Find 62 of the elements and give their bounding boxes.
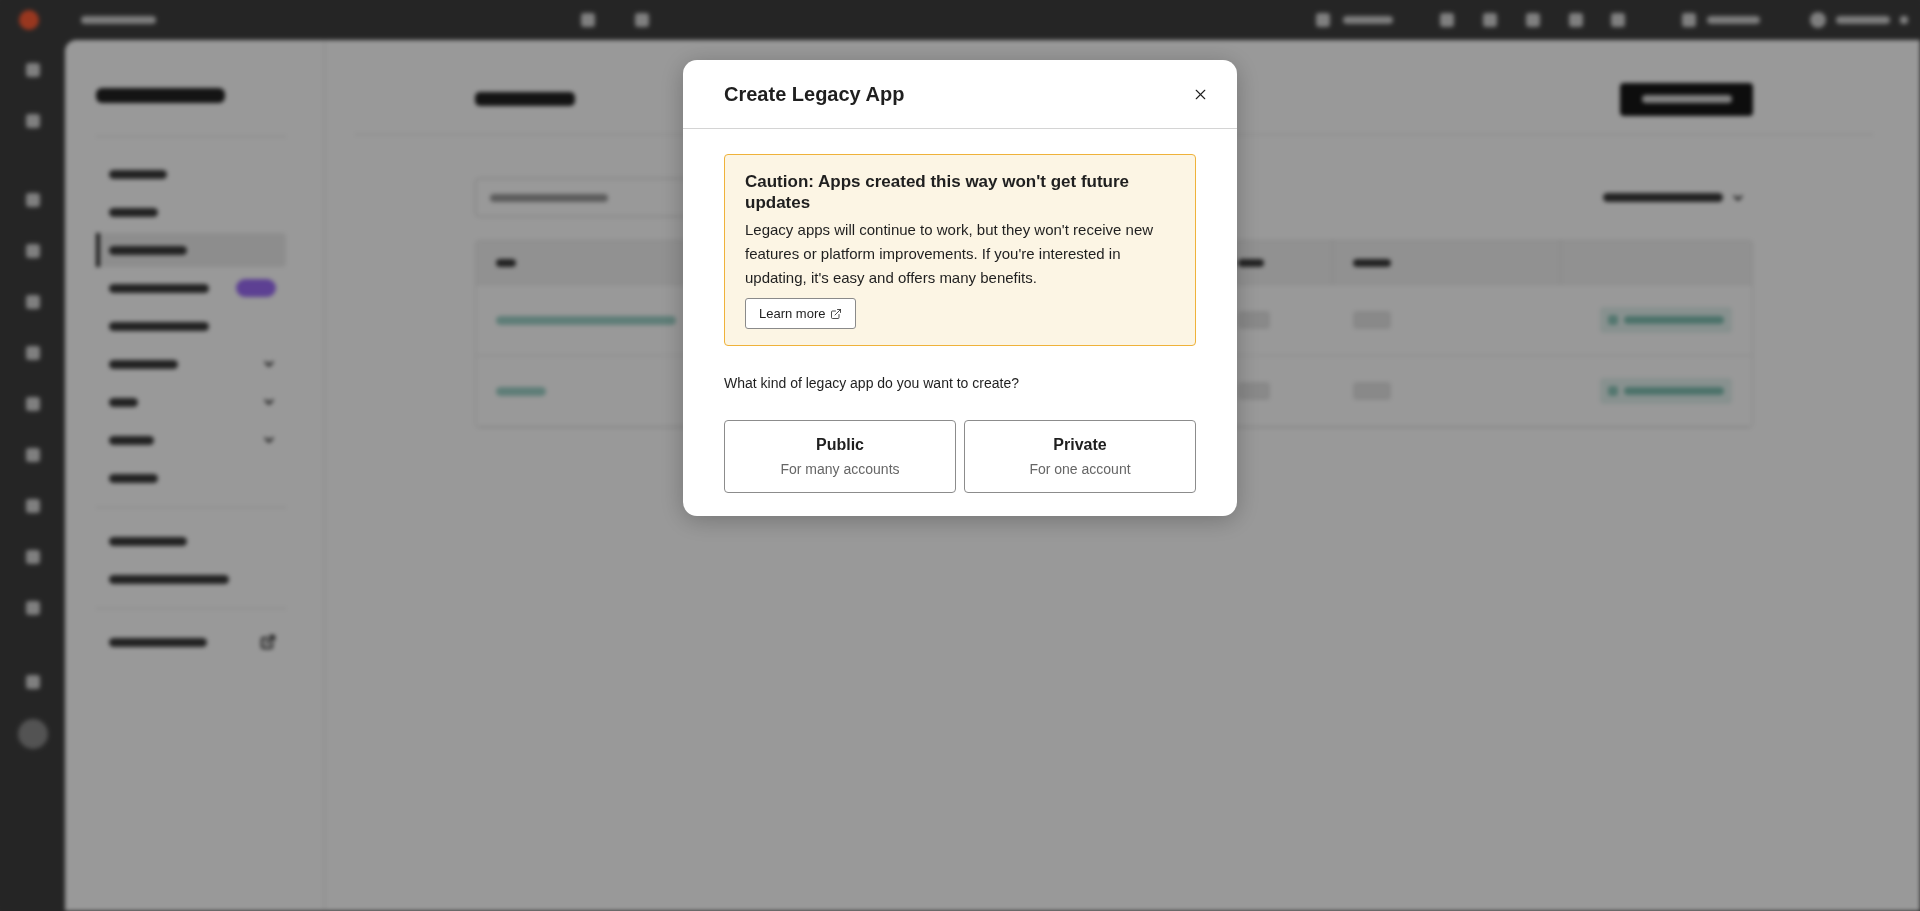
avatar-icon bbox=[1810, 12, 1826, 28]
blurred-text bbox=[1707, 16, 1760, 24]
external-link-icon bbox=[830, 307, 843, 320]
sidebar-item[interactable] bbox=[96, 233, 286, 267]
blurred-icon[interactable] bbox=[25, 601, 40, 615]
blurred-icon[interactable] bbox=[25, 448, 40, 462]
blurred-text[interactable] bbox=[109, 435, 154, 445]
blurred-action[interactable] bbox=[1600, 378, 1732, 404]
blurred-icon[interactable] bbox=[1611, 13, 1625, 27]
blurred-action[interactable] bbox=[1600, 307, 1732, 333]
blurred-text[interactable] bbox=[109, 359, 178, 369]
avatar-icon[interactable] bbox=[17, 719, 48, 749]
app-type-option[interactable]: Private For one account bbox=[964, 420, 1196, 493]
blurred-text[interactable] bbox=[109, 207, 158, 217]
blurred-text bbox=[1238, 258, 1264, 267]
blurred-text bbox=[1353, 258, 1391, 267]
blurred-text[interactable] bbox=[1603, 193, 1723, 202]
blurred-icon[interactable] bbox=[635, 13, 649, 27]
blurred-icon[interactable] bbox=[1569, 13, 1583, 27]
question-text: What kind of legacy app do you want to create? bbox=[724, 374, 1020, 393]
blurred-icon[interactable] bbox=[25, 193, 40, 207]
blurred-icon[interactable] bbox=[25, 63, 40, 77]
blurred-icon[interactable] bbox=[1900, 16, 1908, 24]
blurred-text[interactable] bbox=[109, 397, 138, 407]
blurred-badge bbox=[236, 279, 276, 297]
blurred-icon[interactable] bbox=[25, 550, 40, 564]
callout-title: Caution: Apps created this way won't get future updates bbox=[745, 171, 1131, 213]
blurred-tag bbox=[1238, 311, 1270, 329]
blurred-icon[interactable] bbox=[1483, 13, 1497, 27]
blurred-text bbox=[1343, 16, 1393, 24]
modal-title: Create Legacy App bbox=[724, 82, 905, 107]
blurred-text[interactable] bbox=[109, 536, 187, 546]
blurred-icon[interactable] bbox=[25, 244, 40, 258]
blurred-text[interactable] bbox=[109, 637, 207, 647]
blurred-text[interactable] bbox=[109, 473, 158, 483]
learn-more-link[interactable]: Learn more bbox=[745, 298, 857, 329]
blurred-icon[interactable] bbox=[581, 13, 595, 27]
blurred-icon bbox=[1608, 315, 1618, 325]
blurred-text bbox=[1836, 16, 1890, 24]
blurred-icon[interactable] bbox=[1526, 13, 1540, 27]
blurred-icon[interactable] bbox=[1682, 13, 1696, 27]
blurred-text[interactable] bbox=[109, 169, 167, 179]
blurred-icon[interactable] bbox=[25, 397, 40, 411]
logo-icon bbox=[19, 10, 39, 30]
blurred-text bbox=[496, 258, 516, 267]
external-link-icon bbox=[260, 634, 276, 650]
blurred-icon bbox=[1608, 386, 1618, 396]
blurred-text[interactable] bbox=[109, 283, 209, 293]
callout-text: Legacy apps will continue to work, but they won't receive new features or platform improvements. If you're interested in updating, it's easy and offers many benefits. bbox=[745, 220, 1155, 288]
blurred-icon[interactable] bbox=[25, 346, 40, 360]
blurred-text[interactable] bbox=[109, 321, 209, 331]
blurred-icon[interactable] bbox=[25, 499, 40, 513]
app-type-option[interactable]: Public For many accounts bbox=[724, 420, 956, 493]
blurred-icon[interactable] bbox=[25, 295, 40, 309]
blurred-icon[interactable] bbox=[25, 114, 40, 128]
blurred-tag bbox=[1238, 382, 1270, 400]
blurred-button[interactable] bbox=[1620, 82, 1753, 116]
blurred-icon[interactable] bbox=[1316, 13, 1330, 27]
blurred-text[interactable] bbox=[109, 245, 187, 255]
blurred-icon[interactable] bbox=[1440, 13, 1454, 27]
blurred-text[interactable] bbox=[109, 574, 229, 584]
blurred-icon[interactable] bbox=[25, 675, 40, 689]
